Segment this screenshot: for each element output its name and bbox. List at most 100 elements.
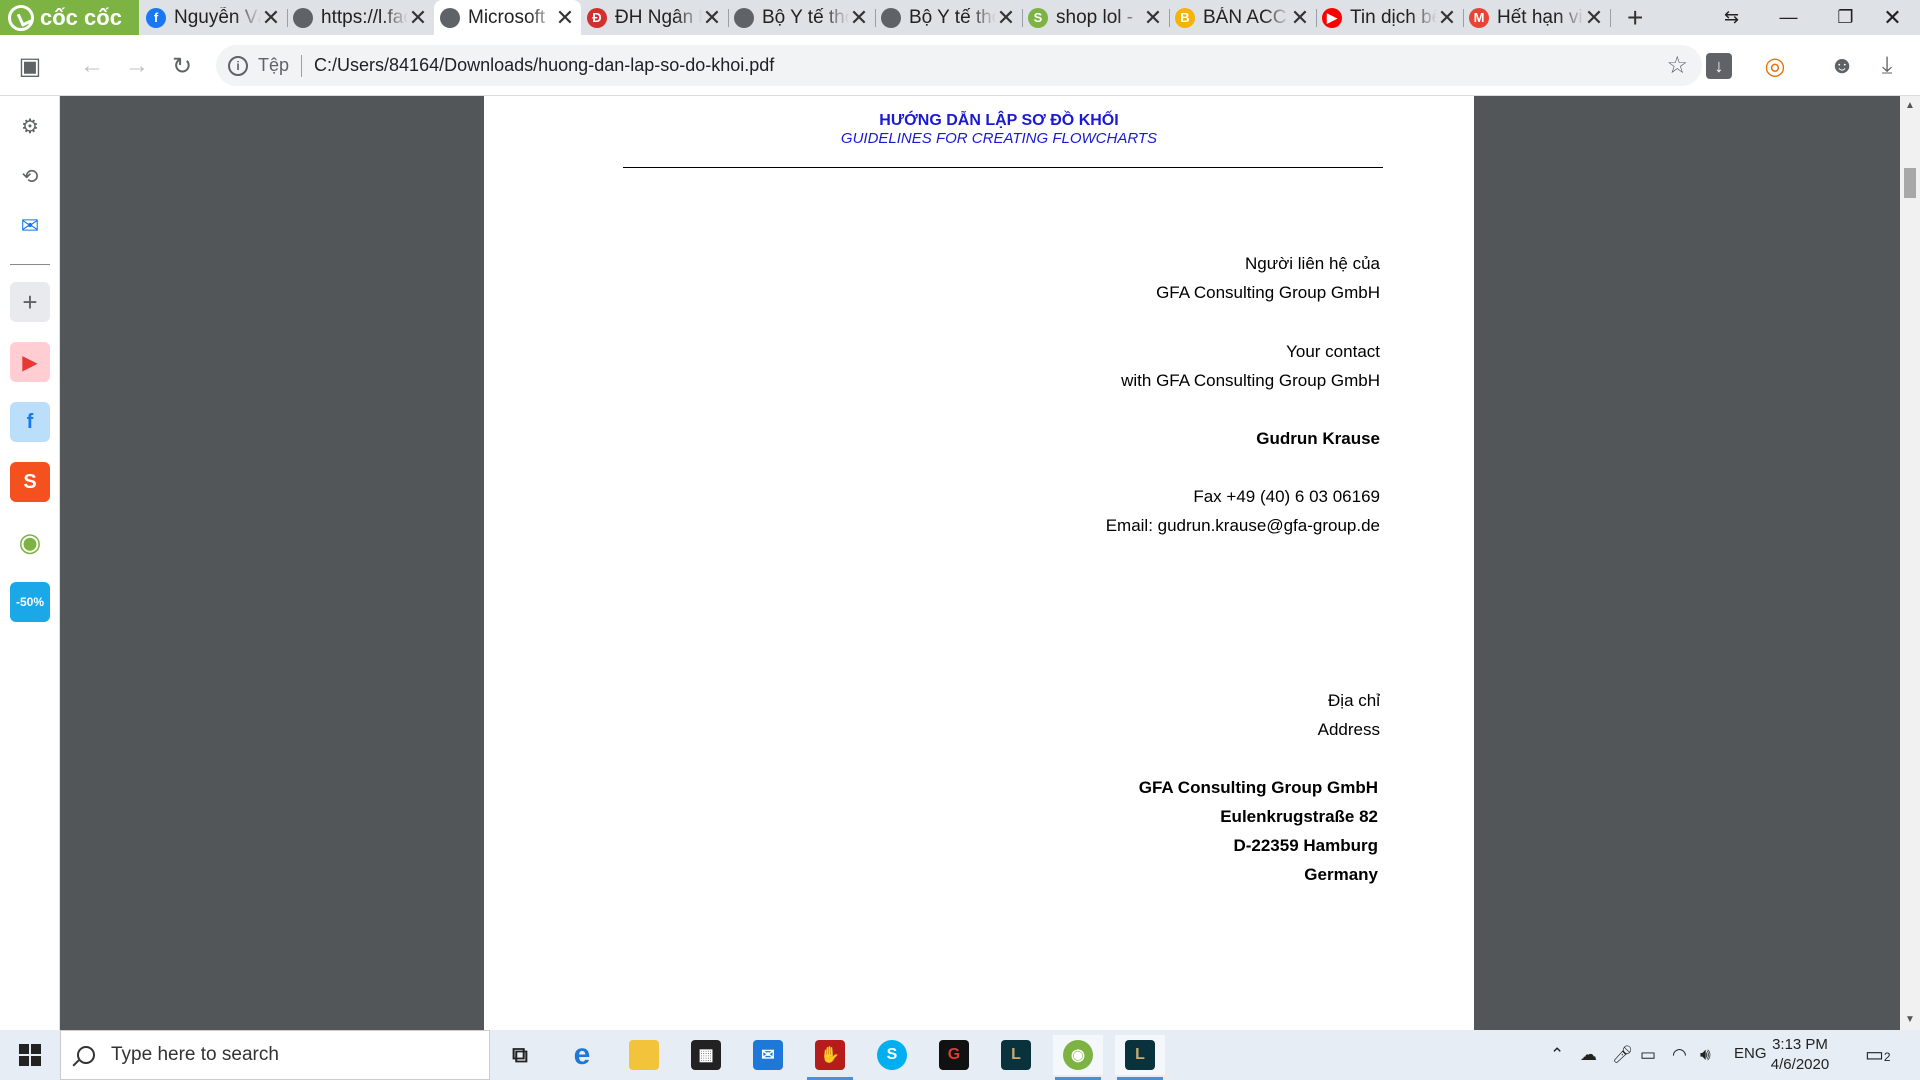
- address-label-vi: Địa chỉ: [1328, 691, 1380, 710]
- pdf-viewer[interactable]: HƯỚNG DẪN LẬP SƠ ĐỒ KHỐI GUIDELINES FOR …: [60, 96, 1900, 1030]
- tab-strip: cốc cốc fNguyễn Văn✕https://l.facebook✕M…: [0, 0, 1920, 35]
- minimize-button[interactable]: —: [1760, 0, 1817, 35]
- omnibox-divider: [301, 54, 303, 77]
- scroll-down-arrow-icon[interactable]: ▼: [1905, 1014, 1915, 1025]
- coccoc-taskbar-icon[interactable]: ◉: [1053, 1035, 1103, 1080]
- tab-title: Tin dịch bệnh: [1350, 6, 1437, 28]
- league-game-icon[interactable]: L: [1115, 1035, 1165, 1080]
- reload-button[interactable]: ↻: [167, 51, 197, 81]
- coccoc-menu-button[interactable]: cốc cốc: [0, 0, 139, 35]
- info-icon[interactable]: i: [228, 55, 248, 76]
- contact-org-vi: GFA Consulting Group GmbH: [1156, 283, 1380, 302]
- show-hidden-icons-chevron-icon[interactable]: ⌃: [1550, 1045, 1564, 1065]
- tab-title: BÁN ACC: [1203, 6, 1287, 28]
- browser-tab[interactable]: f Nguyễn Văn✕: [140, 0, 288, 35]
- contact-email: Email: gudrun.krause@gfa-group.de: [1105, 516, 1380, 535]
- tab-title: ĐH Ngân hàng: [615, 6, 702, 28]
- edge-icon[interactable]: e: [557, 1035, 607, 1075]
- new-tab-button[interactable]: +: [1627, 2, 1643, 34]
- taskbar-search-box[interactable]: Type here to search: [60, 1030, 490, 1080]
- contact-org-en: with GFA Consulting Group GmbH: [1121, 371, 1380, 390]
- vertical-scrollbar[interactable]: ▲ ▼: [1900, 96, 1920, 1030]
- globe-icon: [734, 7, 754, 28]
- bookmark-star-icon[interactable]: ☆: [1666, 51, 1688, 80]
- tab-title: Hết hạn visa: [1497, 6, 1584, 28]
- history-icon[interactable]: ⟲: [10, 156, 50, 196]
- sidebar-divider: [10, 264, 50, 265]
- url-text[interactable]: C:/Users/84164/Downloads/huong-dan-lap-s…: [314, 55, 774, 76]
- tab-title: shop lol -: [1056, 6, 1134, 28]
- profile-icon[interactable]: ☻: [1827, 51, 1857, 81]
- add-sidebar-app-button[interactable]: +: [10, 282, 50, 322]
- start-button[interactable]: [0, 1030, 60, 1080]
- close-tab-icon[interactable]: ✕: [849, 5, 869, 31]
- shopee-icon[interactable]: S: [10, 462, 50, 502]
- scrollbar-thumb[interactable]: [1904, 168, 1916, 198]
- task-view-icon[interactable]: ⧉: [495, 1035, 545, 1075]
- tiki-icon[interactable]: -50%: [10, 582, 50, 622]
- settings-gear-icon[interactable]: ⚙: [10, 106, 50, 146]
- battery-icon[interactable]: ▭: [1640, 1045, 1656, 1065]
- close-tab-icon[interactable]: ✕: [555, 5, 575, 31]
- close-tab-icon[interactable]: ✕: [408, 5, 428, 31]
- browser-tab[interactable]: ▶ Tin dịch bệnh✕: [1316, 0, 1464, 35]
- mail-icon[interactable]: ✉: [743, 1035, 793, 1075]
- volume-icon[interactable]: 🔊︎: [1700, 1045, 1711, 1065]
- back-button[interactable]: ←: [77, 51, 107, 81]
- league-client-icon[interactable]: L: [991, 1035, 1041, 1075]
- download-save-icon[interactable]: ↓: [1706, 53, 1732, 79]
- youtube-icon: ▶: [1322, 7, 1342, 28]
- address-line: Eulenkrugstraße 82: [1220, 807, 1378, 826]
- file-explorer-icon[interactable]: [619, 1035, 669, 1075]
- sidebar-toggle-icon[interactable]: ▣: [15, 51, 45, 81]
- close-window-button[interactable]: ✕: [1864, 0, 1920, 35]
- contact-fax: Fax +49 (40) 6 03 06169: [1193, 487, 1380, 506]
- close-tab-icon[interactable]: ✕: [1143, 5, 1163, 31]
- close-tab-icon[interactable]: ✕: [1584, 5, 1604, 31]
- globe-icon: [293, 7, 313, 28]
- brand-label: cốc cốc: [40, 4, 122, 30]
- browser-tab[interactable]: Sshop lol - ✕: [1022, 0, 1170, 35]
- garena-icon[interactable]: G: [929, 1035, 979, 1075]
- close-tab-icon[interactable]: ✕: [1437, 5, 1457, 31]
- address-line: GFA Consulting Group GmbH: [1138, 778, 1378, 797]
- wifi-icon[interactable]: ◠: [1672, 1045, 1687, 1065]
- scroll-up-arrow-icon[interactable]: ▲: [1905, 100, 1915, 111]
- facebook-icon[interactable]: f: [10, 402, 50, 442]
- pdf-page: HƯỚNG DẪN LẬP SƠ ĐỒ KHỐI GUIDELINES FOR …: [484, 96, 1474, 1030]
- forward-button[interactable]: →: [122, 51, 152, 81]
- store-icon[interactable]: ▦: [681, 1035, 731, 1075]
- coccoc-app-icon[interactable]: ◉: [10, 522, 50, 562]
- browser-toolbar: ▣ ← → ↻ i Tệp C:/Users/84164/Downloads/h…: [0, 35, 1920, 96]
- clock[interactable]: 3:13 PM 4/6/2020: [1755, 1035, 1845, 1075]
- microphone-icon[interactable]: 🎤︎: [1612, 1045, 1634, 1065]
- tab-search-icon[interactable]: ⇆: [1703, 0, 1760, 35]
- browser-tab[interactable]: M Hết hạn visa✕: [1463, 0, 1611, 35]
- youtube-icon[interactable]: ▶: [10, 342, 50, 382]
- browser-tab[interactable]: Microsoft ✕: [434, 0, 581, 35]
- downloads-icon[interactable]: ⤓: [1872, 51, 1902, 81]
- address-bar[interactable]: i Tệp C:/Users/84164/Downloads/huong-dan…: [216, 45, 1702, 86]
- facebook-icon: f: [146, 7, 166, 28]
- browser-tab[interactable]: Bộ Y tế thông✕: [728, 0, 876, 35]
- close-tab-icon[interactable]: ✕: [702, 5, 722, 31]
- close-tab-icon[interactable]: ✕: [1290, 5, 1310, 31]
- globe-icon: [881, 7, 901, 28]
- extension-coccoc-icon[interactable]: ◎: [1760, 51, 1790, 81]
- search-icon: [77, 1046, 95, 1064]
- document-title-vi: HƯỚNG DẪN LẬP SƠ ĐỒ KHỐI: [879, 112, 1119, 129]
- tab-separator: [1610, 9, 1611, 27]
- close-tab-icon[interactable]: ✕: [996, 5, 1016, 31]
- game-app-icon[interactable]: ✋: [805, 1035, 855, 1080]
- skype-icon[interactable]: S: [867, 1035, 917, 1075]
- browser-tab[interactable]: Đ ĐH Ngân hàng✕: [581, 0, 729, 35]
- messenger-icon[interactable]: ✉: [10, 206, 50, 246]
- tab-title: Bộ Y tế thông: [762, 6, 849, 28]
- browser-tab[interactable]: B BÁN ACC ✕: [1169, 0, 1317, 35]
- notifications-icon[interactable]: ▭2: [1865, 1042, 1891, 1067]
- browser-tab[interactable]: https://l.facebook✕: [287, 0, 435, 35]
- browser-tab[interactable]: Bộ Y tế thông✕: [875, 0, 1023, 35]
- close-tab-icon[interactable]: ✕: [261, 5, 281, 31]
- onedrive-cloud-icon[interactable]: ☁: [1580, 1045, 1597, 1065]
- tab-title: Nguyễn Văn: [174, 6, 261, 28]
